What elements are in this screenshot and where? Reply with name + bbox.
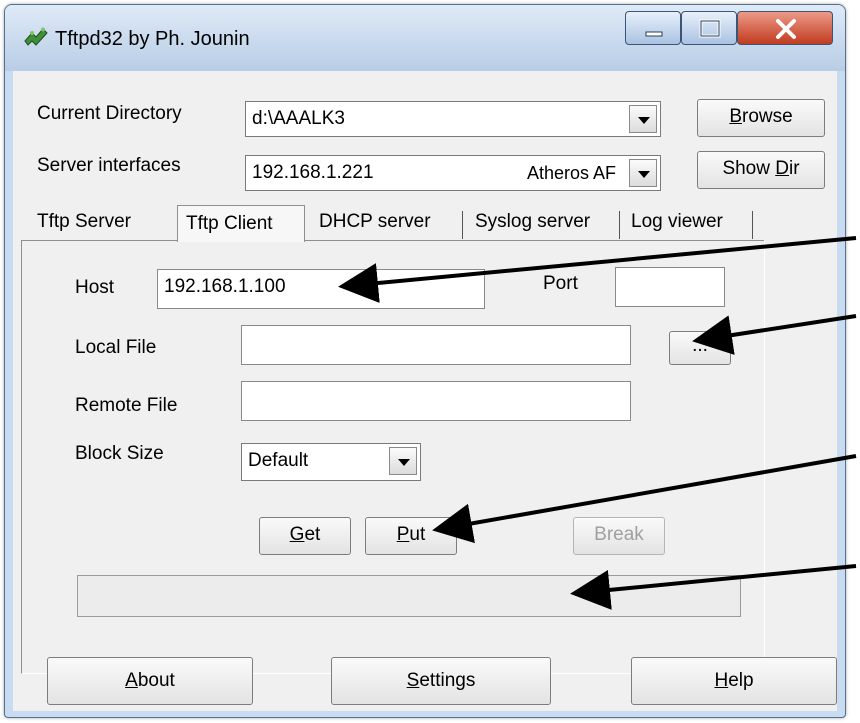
callout-arrow-host xyxy=(338,236,857,303)
callout-arrow-status xyxy=(570,564,857,610)
callout-arrow-local-file-browse xyxy=(692,314,857,355)
callout-arrows xyxy=(338,236,857,610)
screenshot-stage: Tftpd32 by Ph. Jounin Current Directory … xyxy=(0,0,860,723)
callout-arrow-put xyxy=(432,454,857,544)
